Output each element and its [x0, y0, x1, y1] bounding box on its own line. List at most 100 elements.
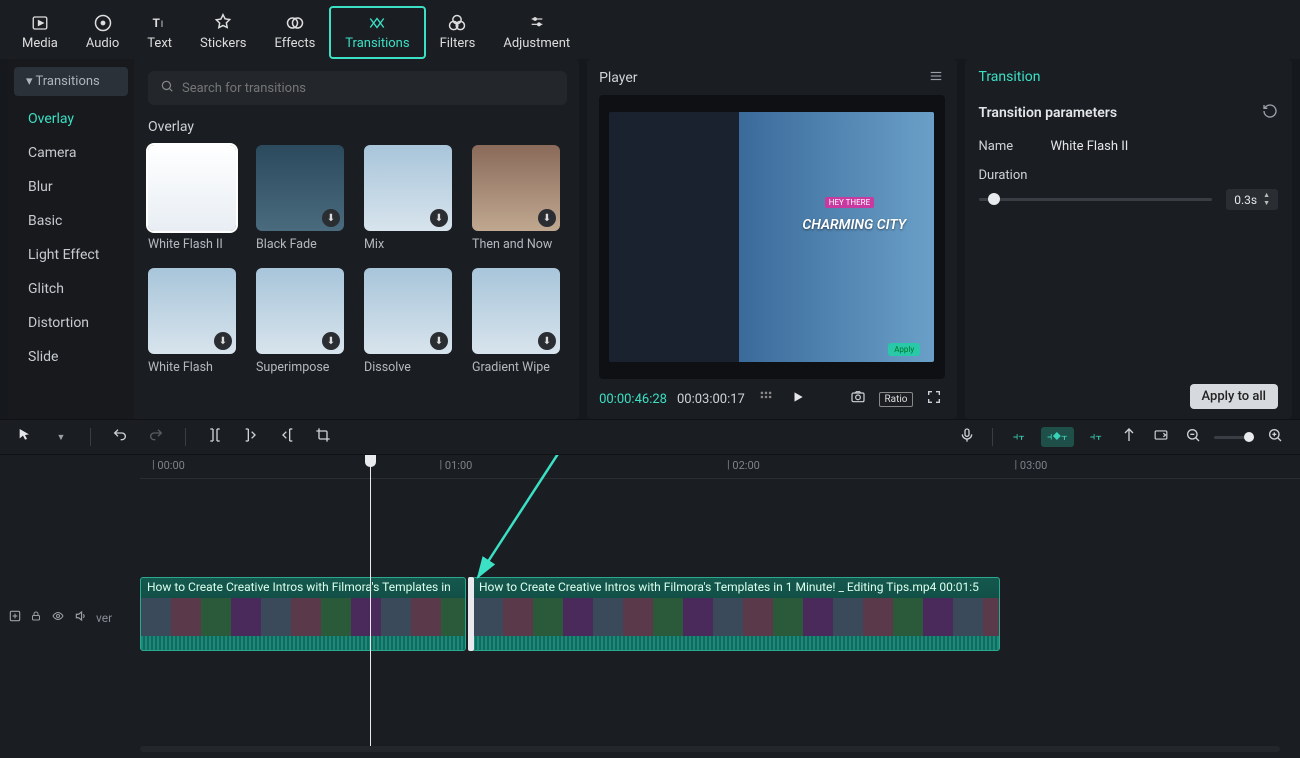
duration-slider[interactable]	[979, 198, 1213, 201]
player-menu-icon[interactable]	[927, 69, 945, 87]
track-label: ver	[96, 611, 112, 625]
category-slide[interactable]: Slide	[8, 340, 134, 374]
zoom-in-icon[interactable]	[1264, 427, 1286, 447]
svg-text:T: T	[152, 16, 160, 30]
tab-transitions[interactable]: Transitions	[329, 6, 425, 59]
transition-categories: ▾ Transitions OverlayCameraBlurBasicLigh…	[8, 59, 134, 419]
timeline-scrollbar[interactable]	[140, 746, 1280, 752]
transition-gradient-wipe[interactable]: ⬇Gradient Wipe	[472, 268, 560, 375]
timeline[interactable]: | 00:00 | 01:00 | 02:00 | 03:00 ver How to …	[0, 455, 1300, 758]
video-clip[interactable]: How to Create Creative Intros with Filmo…	[140, 577, 466, 651]
reset-icon[interactable]	[1262, 103, 1278, 123]
category-basic[interactable]: Basic	[8, 204, 134, 238]
props-header: Transition	[979, 69, 1279, 85]
playhead[interactable]	[370, 455, 371, 746]
ruler-tick: | 02:00	[727, 459, 760, 472]
search-transitions[interactable]	[148, 71, 567, 105]
ruler-tick: | 01:00	[440, 459, 473, 472]
transition-then-and-now[interactable]: ⬇Then and Now	[472, 145, 560, 252]
player-panel: Player HEY THERE CHARMING CITY Apply 00:…	[587, 59, 956, 419]
category-distortion[interactable]: Distortion	[8, 306, 134, 340]
redo-icon[interactable]	[145, 427, 167, 447]
section-title: Overlay	[148, 119, 567, 135]
track-add-icon[interactable]	[8, 609, 22, 626]
fullscreen-icon[interactable]	[923, 389, 945, 409]
render-icon[interactable]	[1150, 428, 1172, 446]
ruler-tick: | 03:00	[1015, 459, 1048, 472]
video-preview[interactable]: HEY THERE CHARMING CITY Apply	[599, 95, 944, 379]
trim-start-icon[interactable]	[240, 426, 262, 448]
tab-adjustment[interactable]: Adjustment	[489, 6, 584, 59]
tab-stickers[interactable]: Stickers	[186, 6, 260, 59]
properties-panel: Transition Transition parameters Name Wh…	[965, 59, 1293, 419]
download-icon[interactable]: ⬇	[538, 332, 556, 350]
transition-white-flash-ii[interactable]: White Flash II	[148, 145, 236, 252]
marker-icon[interactable]	[1118, 427, 1140, 447]
download-icon[interactable]: ⬇	[322, 332, 340, 350]
ratio-button[interactable]: Ratio	[879, 392, 912, 407]
duration-value[interactable]: 0.3s ▲▼	[1226, 189, 1278, 210]
track-lock-icon[interactable]	[30, 609, 42, 626]
cursor-tool-icon[interactable]	[14, 427, 36, 447]
transition-mix[interactable]: ⬇Mix	[364, 145, 452, 252]
transition-white-flash[interactable]: ⬇White Flash	[148, 268, 236, 375]
name-value: White Flash II	[1051, 139, 1129, 154]
cursor-dropdown-icon[interactable]: ▼	[50, 432, 72, 443]
apply-to-all-button[interactable]: Apply to all	[1190, 384, 1278, 409]
search-input[interactable]	[182, 81, 555, 96]
undo-icon[interactable]	[109, 427, 131, 447]
track-controls: ver	[8, 609, 112, 626]
download-icon[interactable]: ⬇	[430, 209, 448, 227]
play-icon[interactable]	[787, 390, 809, 408]
download-icon[interactable]: ⬇	[214, 332, 232, 350]
transitions-panel: ▾ Transitions OverlayCameraBlurBasicLigh…	[8, 59, 579, 419]
tab-filters[interactable]: Filters	[426, 6, 490, 59]
top-tabs: MediaAudioTITextStickersEffectsTransitio…	[0, 0, 1300, 59]
zoom-slider[interactable]	[1214, 436, 1254, 439]
split-icon[interactable]	[204, 426, 226, 448]
tab-text[interactable]: TIText	[133, 6, 186, 59]
snap-left-button[interactable]: ⫞⫟	[1007, 427, 1031, 447]
preview-tag: HEY THERE	[825, 197, 874, 208]
category-overlay[interactable]: Overlay	[8, 102, 134, 136]
duration-stepper[interactable]: ▲▼	[1263, 192, 1270, 207]
transition-dissolve[interactable]: ⬇Dissolve	[364, 268, 452, 375]
category-glitch[interactable]: Glitch	[8, 272, 134, 306]
snapshot-icon[interactable]	[847, 389, 869, 409]
player-title: Player	[599, 70, 637, 86]
time-ruler[interactable]: | 00:00 | 01:00 | 02:00 | 03:00	[140, 455, 1300, 479]
ruler-tick: | 00:00	[152, 459, 185, 472]
download-icon[interactable]: ⬇	[322, 209, 340, 227]
category-camera[interactable]: Camera	[8, 136, 134, 170]
props-subheader: Transition parameters	[979, 105, 1118, 121]
transition-marker[interactable]	[468, 577, 474, 651]
timecode-current: 00:00:46:28	[599, 392, 667, 407]
transition-black-fade[interactable]: ⬇Black Fade	[256, 145, 344, 252]
transition-grid: White Flash II⬇Black Fade⬇Mix⬇Then and N…	[148, 145, 567, 375]
duration-label: Duration	[979, 168, 1037, 183]
zoom-out-icon[interactable]	[1182, 427, 1204, 447]
tab-media[interactable]: Media	[8, 6, 72, 59]
crop-icon[interactable]	[312, 427, 334, 447]
download-icon[interactable]: ⬇	[430, 332, 448, 350]
download-icon[interactable]: ⬇	[538, 209, 556, 227]
snap-center-button[interactable]: ⫞◆⫟	[1041, 427, 1074, 447]
video-clip[interactable]: How to Create Creative Intros with Filmo…	[472, 577, 1000, 651]
preview-overlay-text: CHARMING CITY	[802, 217, 906, 233]
svg-text:I: I	[160, 20, 162, 30]
snap-right-button[interactable]: ⫞⫟	[1084, 427, 1108, 447]
track-mute-icon[interactable]	[74, 609, 88, 626]
timeline-toolbar: ▼ ⫞⫟ ⫞◆⫟ ⫞⫟	[0, 419, 1300, 455]
tab-audio[interactable]: Audio	[72, 6, 133, 59]
track-visibility-icon[interactable]	[50, 610, 66, 625]
category-light-effect[interactable]: Light Effect	[8, 238, 134, 272]
trim-end-icon[interactable]	[276, 426, 298, 448]
transition-superimpose[interactable]: ⬇Superimpose	[256, 268, 344, 375]
category-blur[interactable]: Blur	[8, 170, 134, 204]
voiceover-icon[interactable]	[956, 426, 978, 448]
name-label: Name	[979, 139, 1037, 154]
tab-effects[interactable]: Effects	[260, 6, 329, 59]
grid-view-icon[interactable]	[755, 390, 777, 408]
category-header[interactable]: ▾ Transitions	[14, 67, 128, 96]
search-icon	[160, 79, 174, 97]
